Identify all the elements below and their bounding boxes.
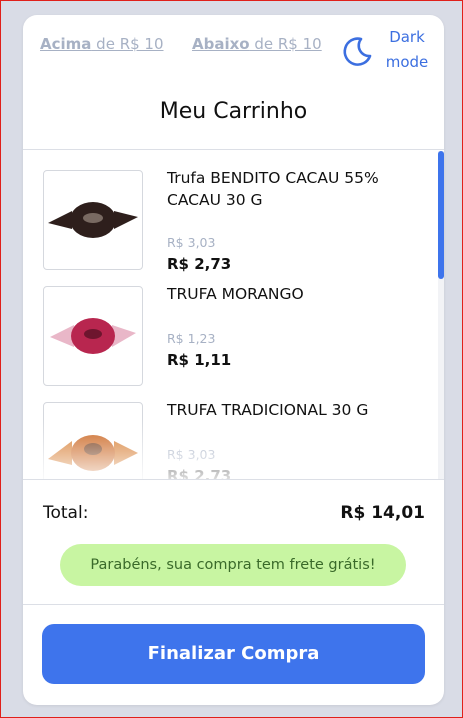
free-shipping-badge: Parabéns, sua compra tem frete grátis! — [60, 544, 406, 586]
wrapper-left-twist — [48, 211, 72, 229]
old-price: R$ 3,03 — [167, 447, 216, 462]
wrapper-right-twist — [112, 325, 136, 347]
scrollbar-thumb[interactable] — [438, 151, 444, 279]
old-price: R$ 3,03 — [167, 235, 216, 250]
dark-mode-label: Dark mode — [385, 28, 429, 71]
product-name: TRUFA MORANGO — [167, 285, 304, 303]
old-price: R$ 1,23 — [167, 331, 216, 346]
wrapper-left-twist — [50, 325, 74, 347]
total-label: Total: — [43, 503, 89, 523]
cart-item-list[interactable]: Trufa BENDITO CACAU 55% CACAU 30 G R$ 3,… — [23, 151, 444, 479]
moon-icon — [343, 37, 372, 66]
cart-item: TRUFA TRADICIONAL 30 G R$ 3,03 R$ 2,73 — [23, 383, 433, 479]
divider — [23, 149, 444, 150]
cart-item: TRUFA MORANGO R$ 1,23 R$ 1,11 — [23, 267, 433, 386]
cart-card: Acima de R$ 10 Abaixo de R$ 10 Dark mode… — [23, 15, 444, 705]
filter-above-10-link[interactable]: Acima de R$ 10 — [40, 35, 164, 53]
wrapper-right-twist — [114, 441, 138, 465]
wrapper-left-twist — [48, 441, 72, 465]
cart-title: Meu Carrinho — [159, 99, 308, 124]
price: R$ 2,73 — [167, 467, 232, 479]
product-image — [43, 170, 143, 270]
dark-mode-toggle[interactable]: Dark mode — [341, 23, 441, 79]
product-name: TRUFA TRADICIONAL 30 G — [167, 401, 369, 419]
product-name: Trufa BENDITO CACAU 55% CACAU 30 G — [167, 169, 379, 209]
divider — [23, 604, 444, 605]
top-bar: Acima de R$ 10 Abaixo de R$ 10 Dark mode — [23, 15, 444, 90]
product-image — [43, 402, 143, 479]
divider — [23, 479, 444, 480]
checkout-button[interactable]: Finalizar Compra — [42, 624, 425, 684]
product-image — [43, 286, 143, 386]
cart-item: Trufa BENDITO CACAU 55% CACAU 30 G R$ 3,… — [23, 151, 433, 273]
filter-below-10-link[interactable]: Abaixo de R$ 10 — [192, 35, 322, 53]
price: R$ 1,11 — [167, 351, 232, 369]
wrapper-right-twist — [114, 211, 138, 229]
total-value: R$ 14,01 — [340, 503, 425, 523]
